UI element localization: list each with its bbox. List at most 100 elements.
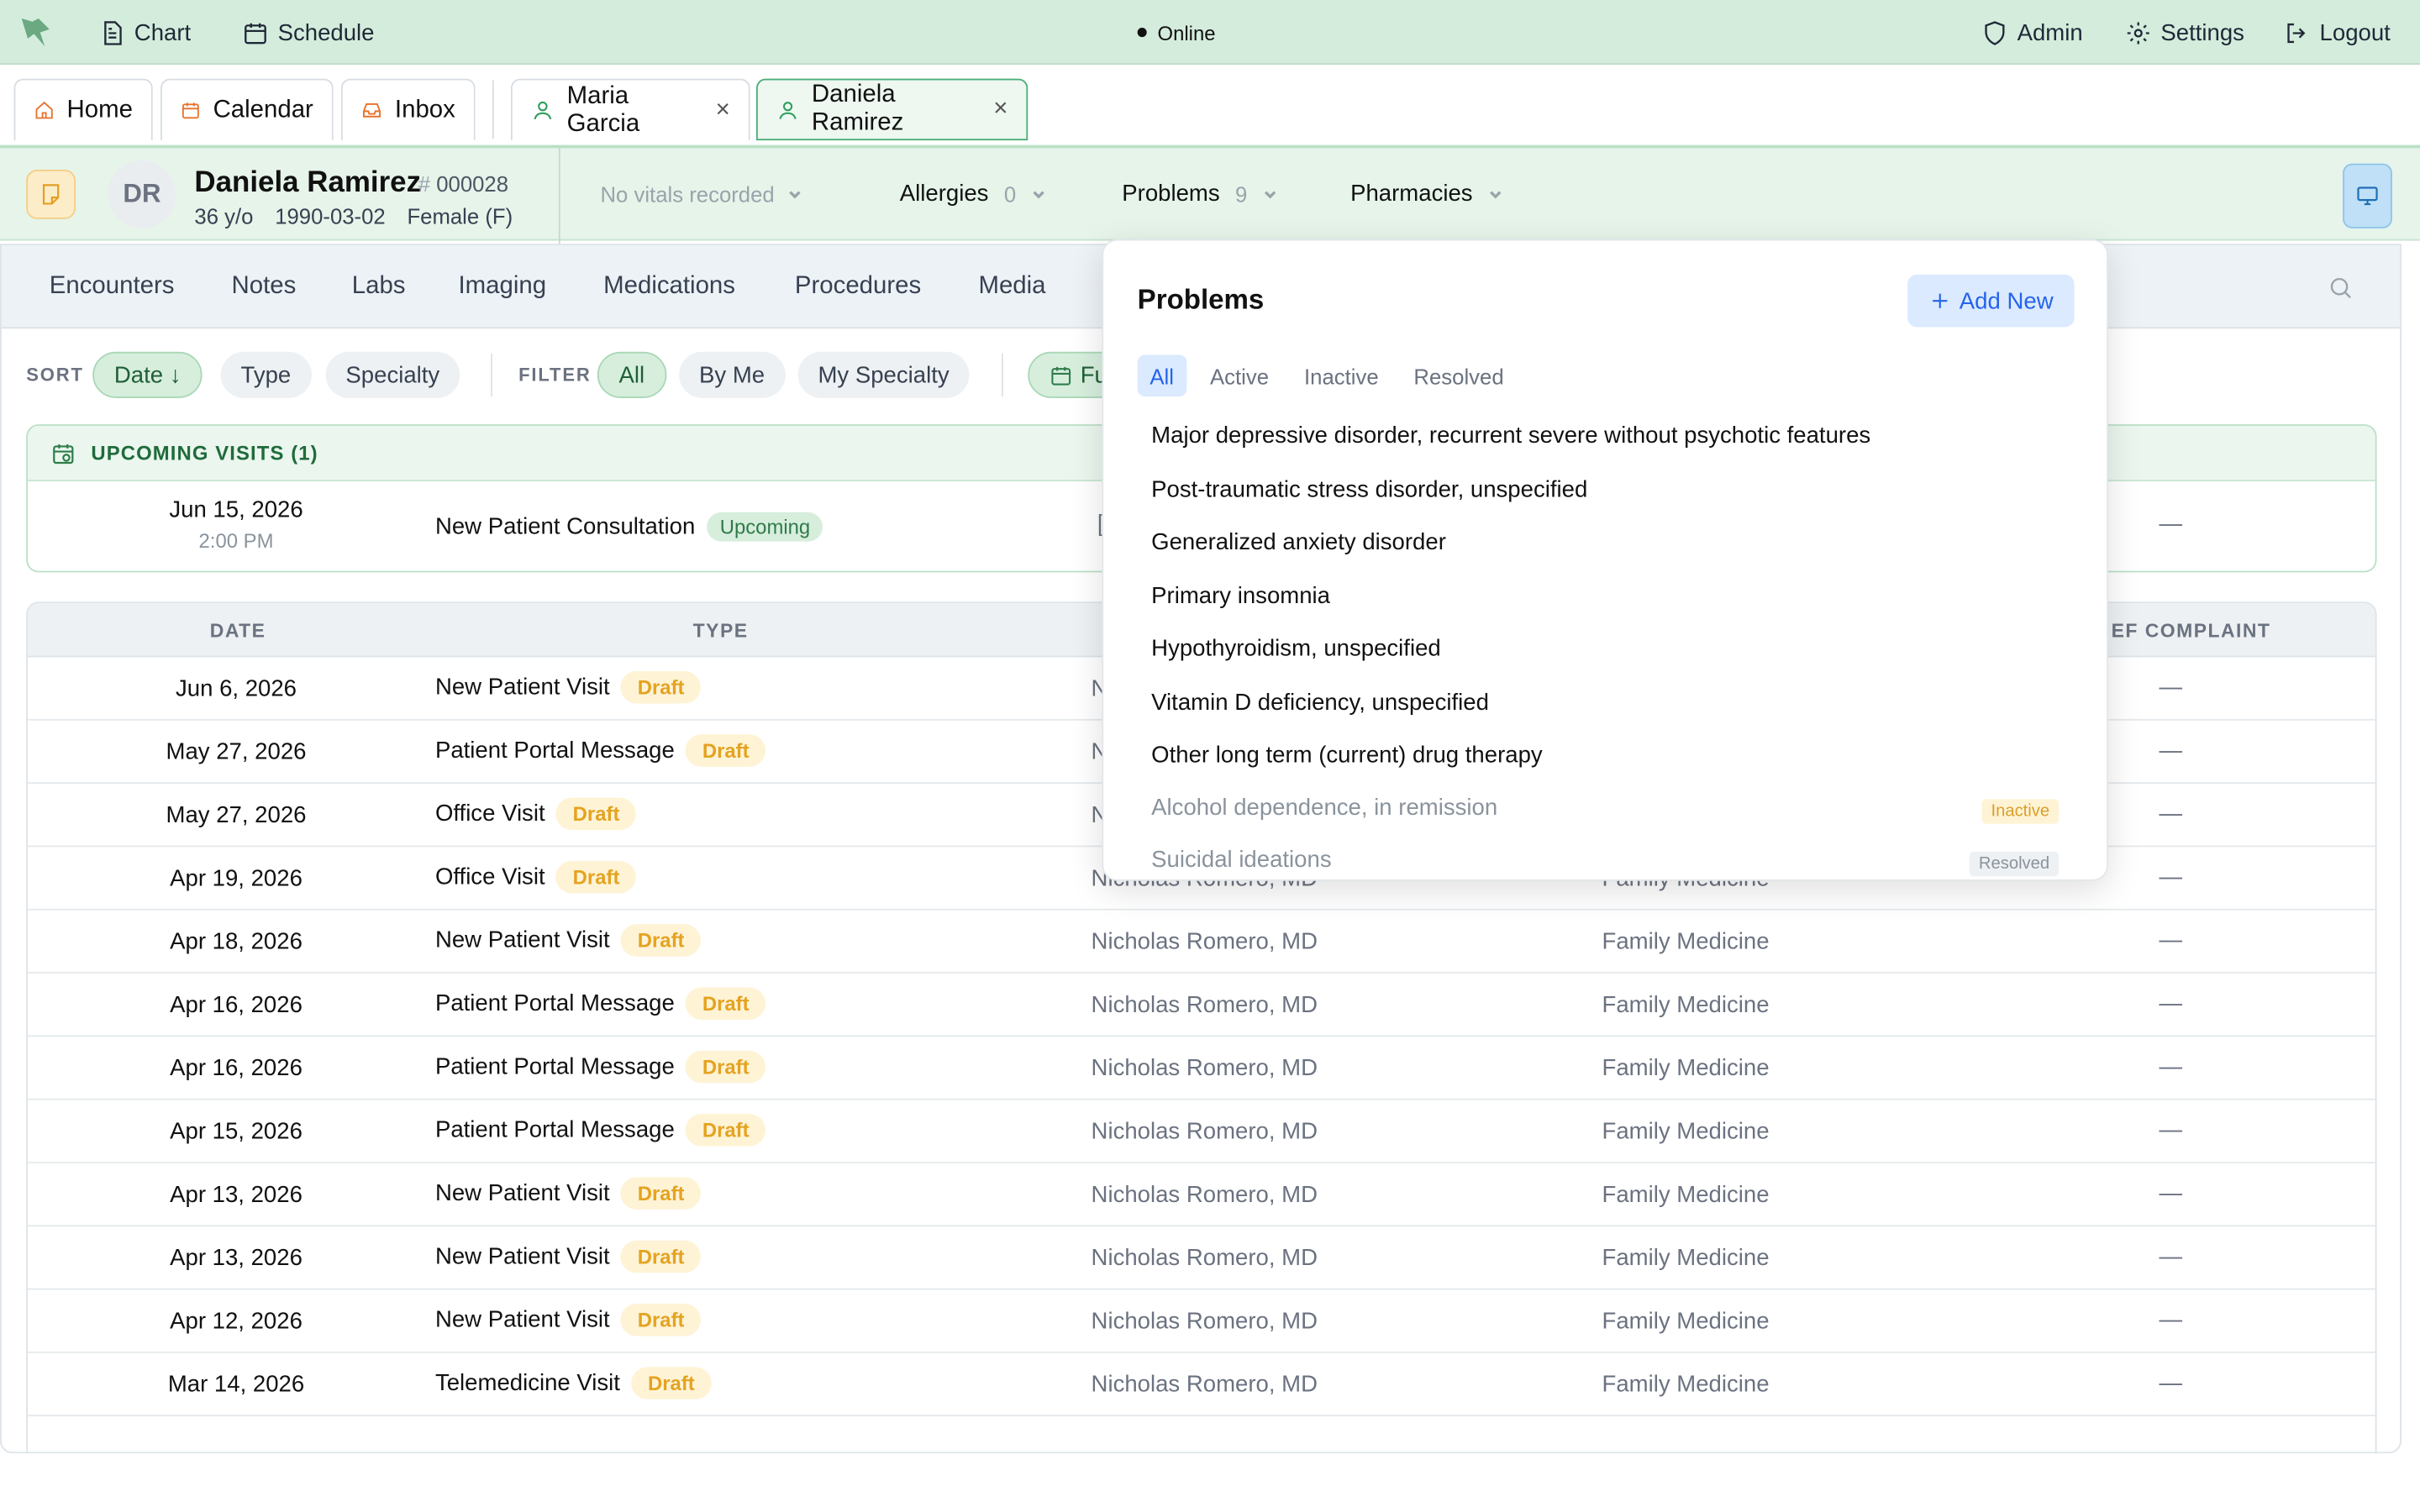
status-badge: Draft [685,987,766,1021]
app-logo-icon[interactable] [18,15,55,49]
add-new-label: Add New [1959,287,2054,314]
filter-by-me-chip[interactable]: By Me [679,351,785,398]
status-badge: Draft [555,797,637,831]
problem-filter-inactive[interactable]: Inactive [1292,354,1391,396]
encounter-date: Apr 15, 2026 [170,1118,302,1145]
chevron-down-icon [1490,190,1502,198]
admin-button[interactable]: Admin [1981,0,2083,65]
allergies-dropdown[interactable]: Allergies 0 [900,181,1047,207]
table-row[interactable]: Apr 16, 2026 Patient Portal Message Draft N… [28,974,2375,1037]
status-badge: Upcoming [708,512,823,542]
problem-item[interactable]: Suicidal ideations [1151,847,1331,873]
problem-item[interactable]: Vitamin D deficiency, unspecified [1151,690,1489,716]
table-row[interactable]: Apr 12, 2026 New Patient Visit Draft Nichol… [28,1289,2375,1353]
problem-filter-all[interactable]: All [1137,354,1186,397]
tab-calendar[interactable]: Calendar [160,78,334,141]
close-icon[interactable]: × [716,97,730,124]
tab-imaging[interactable]: Imaging [458,273,546,301]
table-row[interactable]: Apr 16, 2026 Patient Portal Message Draft N… [28,1037,2375,1100]
calendar-icon [245,22,266,44]
pharmacies-label: Pharmacies [1350,180,1473,207]
calendar-clock-icon [1051,365,1071,385]
tab-labs[interactable]: Labs [352,273,406,301]
tab-inbox[interactable]: Inbox [340,78,476,141]
table-row[interactable]: Apr 15, 2026 Patient Portal Message Draft N… [28,1100,2375,1163]
problem-item[interactable]: Major depressive disorder, recurrent sev… [1151,423,1870,449]
problem-item[interactable]: Generalized anxiety disorder [1151,529,1446,555]
allergies-count: 0 [1003,181,1017,207]
filter-label: FILTER [518,364,592,386]
tab-patient-daniela-ramirez[interactable]: Daniela Ramirez × [755,78,1028,141]
problem-filter-active[interactable]: Active [1197,354,1281,396]
problem-item[interactable]: Hypothyroidism, unspecified [1151,636,1441,662]
vitals-dropdown[interactable]: No vitals recorded [600,182,802,207]
column-header-type[interactable]: TYPE [693,620,749,642]
encounter-complaint: — [2159,737,2183,764]
filter-all-chip[interactable]: All [597,351,666,398]
patient-notes-button[interactable] [26,170,76,219]
connection-status: Online [1137,0,1216,65]
add-problem-button[interactable]: Add New [1907,274,2075,328]
status-badge: Draft [685,1114,766,1147]
monitor-icon [2357,186,2378,206]
tab-patient-label: Daniela Ramirez [811,81,904,136]
schedule-nav-button[interactable]: Schedule [242,0,375,65]
display-mode-button[interactable] [2343,163,2392,228]
problem-filter-resolved[interactable]: Resolved [1402,354,1517,396]
tab-notes[interactable]: Notes [232,273,297,301]
workspace-tabs: Home Calendar Inbox Maria Garcia × Danie… [0,65,2420,145]
status-badge: Draft [685,1050,766,1084]
pharmacies-dropdown[interactable]: Pharmacies [1350,181,1503,207]
status-badge: Draft [620,1240,702,1273]
tab-encounters[interactable]: Encounters [50,273,175,301]
problem-item[interactable]: Primary insomnia [1151,583,1330,609]
status-badge: Draft [620,924,702,957]
problem-item[interactable]: Post-traumatic stress disorder, unspecif… [1151,477,1587,503]
encounter-complaint: — [2159,1180,2183,1207]
table-row[interactable]: Apr 13, 2026 New Patient Visit Draft Nichol… [28,1226,2375,1290]
settings-button[interactable]: Settings [2125,0,2244,65]
encounter-complaint: — [2159,1116,2183,1143]
allergies-label: Allergies [899,180,989,207]
column-header-date[interactable]: DATE [210,620,266,642]
sort-specialty-chip[interactable]: Specialty [325,351,460,398]
encounter-complaint: — [2159,990,2183,1017]
close-icon[interactable]: × [993,96,1007,123]
encounter-type-label: New Patient Visit [434,674,610,701]
status-badge: Draft [620,670,702,704]
problem-status-badge: Resolved [1969,851,2060,877]
encounter-specialty: Family Medicine [1602,1245,1770,1272]
table-row[interactable]: Apr 18, 2026 New Patient Visit Draft Nichol… [28,911,2375,974]
encounter-type-label: New Patient Visit [434,1243,610,1270]
visit-type-label: New Patient Consultation [434,513,696,540]
table-row[interactable]: Mar 14, 2026 Telemedicine Visit Draft Nicho… [28,1353,2375,1417]
encounter-complaint: — [2159,801,2183,827]
tab-divider [492,80,494,139]
encounter-type: Patient Portal Message Draft [435,1050,766,1084]
tab-home[interactable]: Home [13,78,153,141]
tab-media[interactable]: Media [978,273,1045,301]
sort-date-chip[interactable]: Date ↓ [92,351,203,398]
table-row[interactable]: Apr 13, 2026 New Patient Visit Draft Nichol… [28,1163,2375,1227]
problems-popover: Problems Add New All Active Inactive Res… [1102,239,2108,881]
encounter-provider: Nicholas Romero, MD [1091,1055,1318,1082]
filter-my-specialty-chip[interactable]: My Specialty [797,351,970,398]
search-icon[interactable] [2328,275,2354,301]
logout-button[interactable]: Logout [2284,0,2391,65]
tab-patient-maria-garcia[interactable]: Maria Garcia × [510,78,750,141]
status-badge: Draft [620,1177,702,1210]
visit-date: Jun 15, 2026 [169,496,303,523]
problems-dropdown[interactable]: Problems 9 [1122,181,1278,207]
sort-type-chip[interactable]: Type [220,351,312,398]
chart-nav-button[interactable]: Chart [99,0,191,65]
encounter-date: Apr 13, 2026 [170,1245,302,1272]
problem-item[interactable]: Other long term (current) drug therapy [1151,742,1543,768]
column-header-complaint[interactable]: EF COMPLAINT [2112,620,2271,642]
tab-procedures[interactable]: Procedures [795,273,921,301]
problem-item[interactable]: Alcohol dependence, in remission [1151,795,1497,821]
encounter-complaint: — [2159,864,2183,890]
encounter-type: Telemedicine Visit Draft [435,1367,712,1399]
encounter-specialty: Family Medicine [1602,928,1770,955]
tab-medications[interactable]: Medications [603,273,735,301]
encounter-complaint: — [2159,674,2183,701]
